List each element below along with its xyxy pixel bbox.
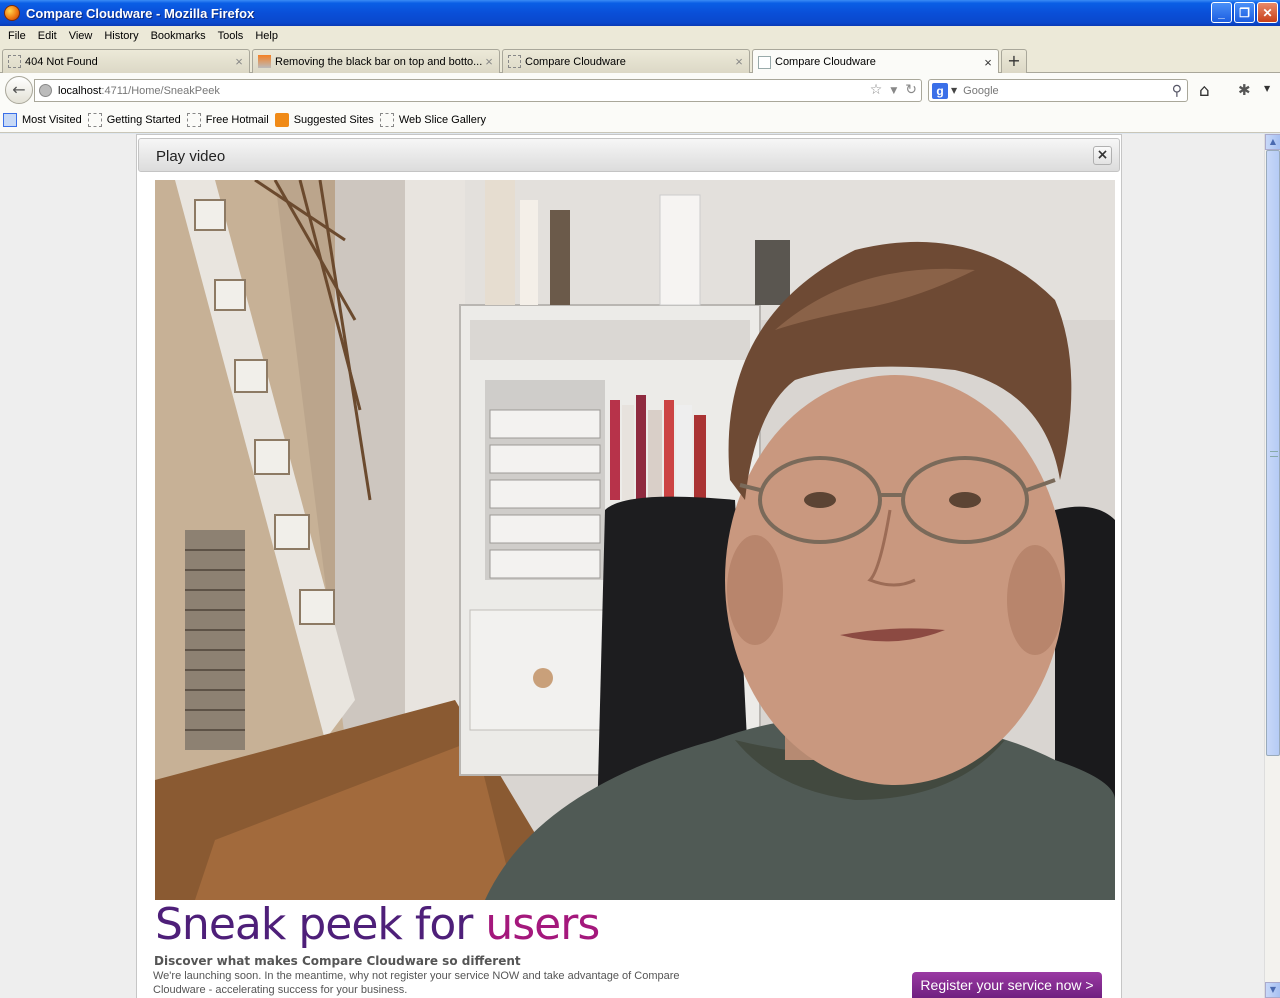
menu-view[interactable]: View xyxy=(63,30,99,42)
window-titlebar: Compare Cloudware - Mozilla Firefox _ ❐ … xyxy=(0,0,1280,26)
document-icon xyxy=(758,55,771,69)
headline-part-1: Sneak peek for xyxy=(155,899,486,950)
reload-icon[interactable]: ↻ xyxy=(905,82,917,100)
tab-strip: 404 Not Found × Removing the black bar o… xyxy=(0,46,1280,74)
scroll-up-icon[interactable]: ▲ xyxy=(1265,134,1280,150)
intro-paragraph: We're launching soon. In the meantime, w… xyxy=(153,970,680,996)
search-input[interactable]: Google xyxy=(963,85,1172,97)
menu-tools[interactable]: Tools xyxy=(212,30,250,42)
bookmark-getting-started[interactable]: Getting Started xyxy=(87,112,181,127)
url-path: :4711/Home/SneakPeek xyxy=(101,84,220,97)
dialog-title: Play video xyxy=(156,148,226,165)
scroll-down-icon[interactable]: ▼ xyxy=(1265,982,1280,998)
maximize-button[interactable]: ❐ xyxy=(1234,2,1255,23)
search-icon[interactable]: ⚲ xyxy=(1172,83,1182,99)
blank-page-icon xyxy=(186,112,201,127)
tab-stackoverflow[interactable]: Removing the black bar on top and botto.… xyxy=(252,49,500,73)
window-controls: _ ❐ ✕ xyxy=(1211,2,1278,23)
menu-bookmarks[interactable]: Bookmarks xyxy=(145,30,212,42)
tab-compare-cloudware-1[interactable]: Compare Cloudware × xyxy=(502,49,750,73)
bookmark-label: Getting Started xyxy=(106,113,181,126)
minimize-button[interactable]: _ xyxy=(1211,2,1232,23)
tab-close-icon[interactable]: × xyxy=(482,54,496,69)
tab-close-icon[interactable]: × xyxy=(232,54,246,69)
home-icon[interactable]: ⌂ xyxy=(1199,81,1210,101)
blank-page-icon xyxy=(508,55,521,68)
tab-label: Compare Cloudware xyxy=(525,55,626,68)
vertical-scrollbar[interactable]: ▲ ▼ xyxy=(1264,134,1280,998)
most-visited-icon xyxy=(3,112,17,127)
close-window-button[interactable]: ✕ xyxy=(1257,2,1278,23)
bookmark-label: Free Hotmail xyxy=(205,113,269,126)
scroll-grip-icon xyxy=(1270,451,1278,457)
headline-part-2: users xyxy=(485,899,600,950)
menu-bar: File Edit View History Bookmarks Tools H… xyxy=(0,26,1280,46)
url-actions: ☆ ▼ ↻ xyxy=(870,82,917,100)
blank-page-icon xyxy=(8,55,21,68)
bookmark-star-icon[interactable]: ☆ xyxy=(870,82,883,100)
bookmark-free-hotmail[interactable]: Free Hotmail xyxy=(186,112,269,127)
back-button[interactable]: ← xyxy=(5,76,33,104)
tab-label: Removing the black bar on top and botto.… xyxy=(275,55,482,68)
navigation-toolbar: ← localhost:4711/Home/SneakPeek ☆ ▼ ↻ g … xyxy=(0,73,1280,107)
bookmark-suggested-sites[interactable]: Suggested Sites xyxy=(274,112,374,127)
subheading: Discover what makes Compare Cloudware so… xyxy=(154,954,521,968)
google-icon[interactable]: g xyxy=(932,82,948,99)
tab-close-icon[interactable]: × xyxy=(732,54,746,69)
dialog-header: Play video × xyxy=(138,138,1120,172)
bookmark-label: Suggested Sites xyxy=(293,113,374,126)
url-text: localhost:4711/Home/SneakPeek xyxy=(58,85,220,97)
video-dialog: Play video × Sneak peek for users Discov… xyxy=(136,134,1122,998)
video-frame xyxy=(155,180,1115,900)
video-player[interactable] xyxy=(155,180,1115,900)
menu-help[interactable]: Help xyxy=(249,30,284,42)
tab-close-icon[interactable]: × xyxy=(981,55,995,70)
dialog-close-button[interactable]: × xyxy=(1093,146,1112,165)
register-service-button[interactable]: Register your service now > xyxy=(912,972,1102,998)
stackoverflow-icon xyxy=(258,55,271,68)
site-identity-icon[interactable] xyxy=(39,84,52,97)
suggested-sites-icon xyxy=(274,112,289,127)
blank-page-icon xyxy=(87,112,102,127)
search-bar[interactable]: g ▼ Google ⚲ xyxy=(928,79,1188,102)
tab-compare-cloudware-active[interactable]: Compare Cloudware × xyxy=(752,49,999,74)
new-tab-button[interactable]: + xyxy=(1001,49,1027,73)
page-content: Play video × Sneak peek for users Discov… xyxy=(0,134,1264,998)
bookmark-label: Web Slice Gallery xyxy=(398,113,487,126)
search-engine-dropdown-icon[interactable]: ▼ xyxy=(951,86,957,95)
menu-edit[interactable]: Edit xyxy=(32,30,63,42)
blank-page-icon xyxy=(379,112,394,127)
addon-icon[interactable]: ✱ xyxy=(1238,81,1251,99)
tab-404[interactable]: 404 Not Found × xyxy=(2,49,250,73)
addon-dropdown-icon[interactable]: ▼ xyxy=(1264,84,1270,93)
menu-history[interactable]: History xyxy=(98,30,144,42)
bookmark-label: Most Visited xyxy=(22,113,82,126)
bookmark-web-slice-gallery[interactable]: Web Slice Gallery xyxy=(379,112,487,127)
tab-label: Compare Cloudware xyxy=(775,56,876,68)
window-title: Compare Cloudware - Mozilla Firefox xyxy=(26,5,255,21)
bookmarks-toolbar: Most Visited Getting Started Free Hotmai… xyxy=(0,107,1280,133)
sneak-peek-headline: Sneak peek for users xyxy=(155,899,600,950)
url-history-dropdown-icon[interactable]: ▼ xyxy=(890,82,897,100)
scroll-thumb[interactable] xyxy=(1266,150,1280,756)
url-host: localhost xyxy=(58,84,102,97)
bookmark-most-visited[interactable]: Most Visited xyxy=(3,112,82,127)
menu-file[interactable]: File xyxy=(2,30,32,42)
tab-label: 404 Not Found xyxy=(25,55,98,68)
address-bar[interactable]: localhost:4711/Home/SneakPeek ☆ ▼ ↻ xyxy=(34,79,922,102)
firefox-logo-icon xyxy=(4,5,20,21)
